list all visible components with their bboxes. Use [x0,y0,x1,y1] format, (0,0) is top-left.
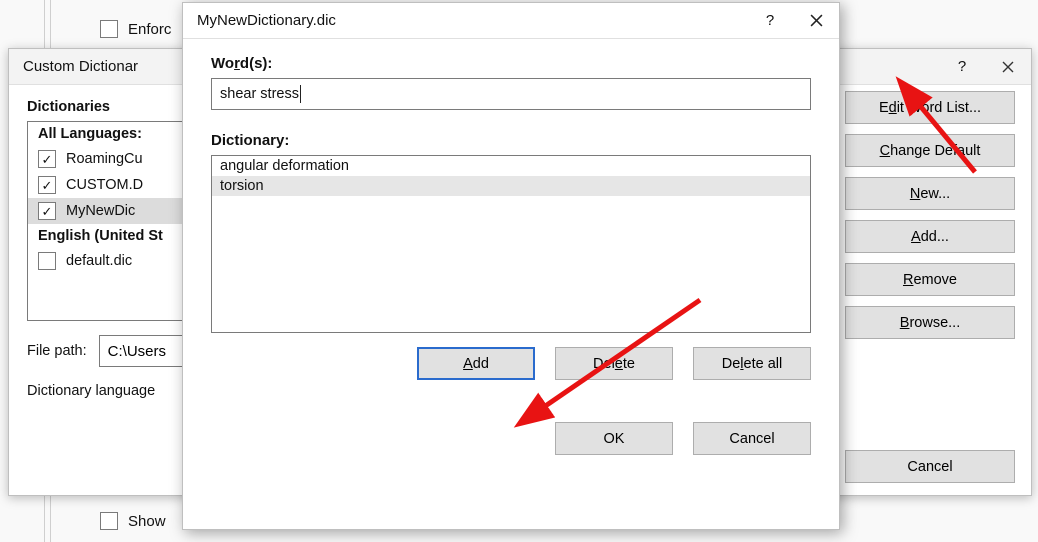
show-label-bg: Show [128,513,166,530]
edit-dialog-title: MyNewDictionary.dic [197,12,747,29]
remove-button[interactable]: Remove [845,263,1015,296]
change-default-button[interactable]: Change Default [845,134,1015,167]
word-input-value: shear stress [220,86,299,102]
list-item: default.dic [66,253,132,269]
edit-dictionary-dialog: MyNewDictionary.dic ? Word(s): shear str… [182,2,840,530]
all-languages-group-label: All Languages: [38,126,142,142]
dictionary-language-label: Dictionary language [27,383,155,399]
new-button[interactable]: New... [845,177,1015,210]
list-item: CUSTOM.D [66,177,143,193]
help-icon[interactable]: ? [939,49,985,85]
list-item[interactable]: torsion [212,176,810,196]
list-item: RoamingCu [66,151,143,167]
roaming-checkbox[interactable]: ✓ [38,150,56,168]
delete-word-button[interactable]: Delete [555,347,673,380]
add-word-button[interactable]: Add [417,347,535,380]
cancel-button[interactable]: Cancel [693,422,811,455]
add-dict-button[interactable]: Add... [845,220,1015,253]
show-checkbox-bg [100,512,118,530]
enforce-checkbox-bg [100,20,118,38]
close-icon[interactable] [793,3,839,39]
dictionary-label: Dictionary: [211,132,811,149]
ok-button[interactable]: OK [555,422,673,455]
enforce-label-bg: Enforc [128,21,171,38]
file-path-label: File path: [27,343,87,359]
list-item: MyNewDic [66,203,135,219]
cancel-custom-dict-button[interactable]: Cancel [845,450,1015,483]
english-us-group-label: English (United St [38,228,163,244]
custom-checkbox[interactable]: ✓ [38,176,56,194]
close-icon[interactable] [985,49,1031,85]
word-input[interactable]: shear stress [211,78,811,110]
delete-all-button[interactable]: Delete all [693,347,811,380]
mynew-checkbox[interactable]: ✓ [38,202,56,220]
default-checkbox[interactable] [38,252,56,270]
edit-word-list-button[interactable]: Edit Word List... [845,91,1015,124]
browse-button[interactable]: Browse... [845,306,1015,339]
list-item[interactable]: angular deformation [212,156,810,176]
words-label: Word(s): [211,55,811,72]
help-icon[interactable]: ? [747,3,793,39]
dictionary-entries-list[interactable]: angular deformation torsion [211,155,811,333]
